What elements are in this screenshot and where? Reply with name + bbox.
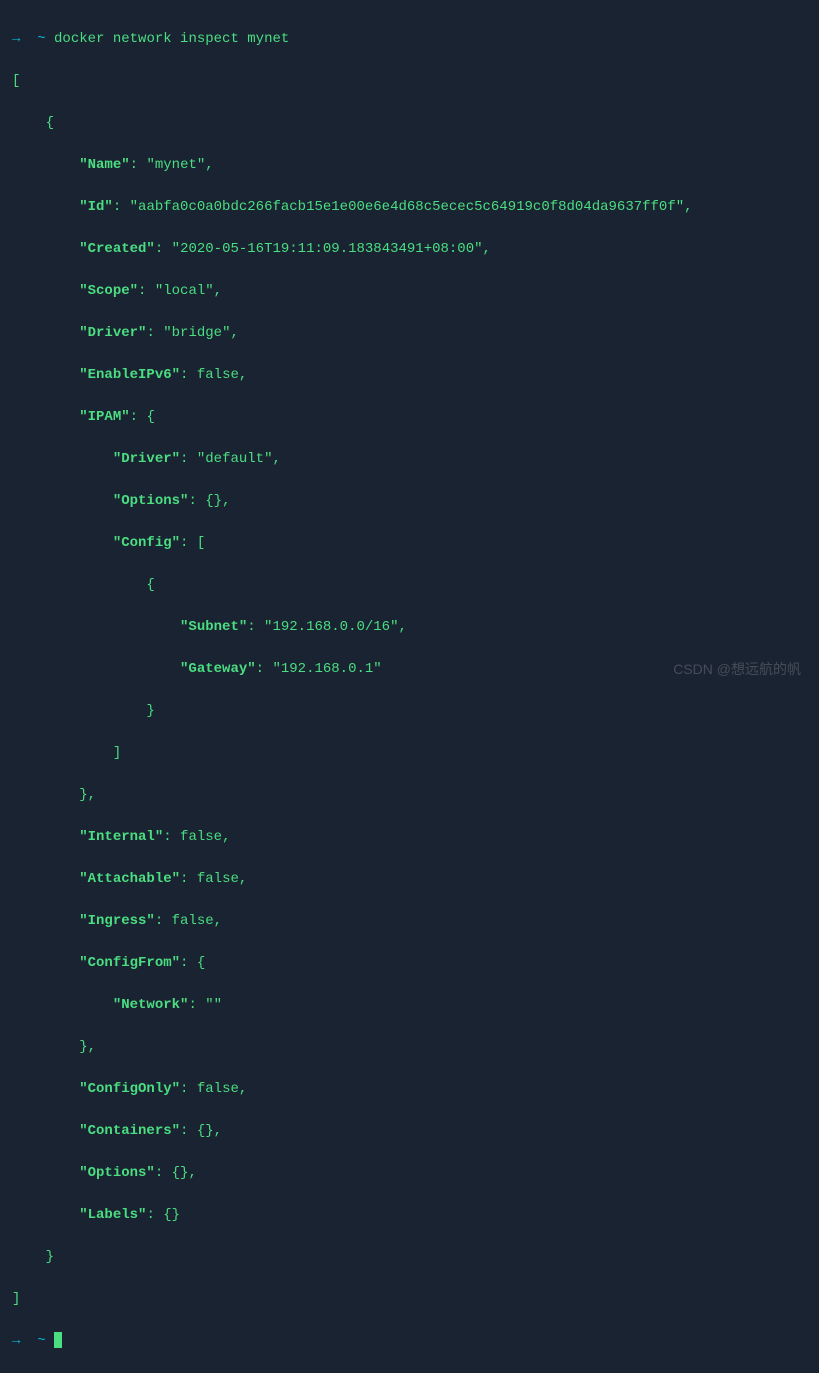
json-brace: {	[12, 575, 807, 596]
json-row-id: "Id": "aabfa0c0a0bdc266facb15e1e00e6e4d6…	[12, 197, 807, 218]
terminal-output: → ~ docker network inspect mynet [ { "Na…	[12, 8, 807, 1373]
json-bracket: ]	[12, 1289, 807, 1310]
json-row-ipam: "IPAM": {	[12, 407, 807, 428]
json-row-containers: "Containers": {},	[12, 1121, 807, 1142]
json-brace: }	[12, 701, 807, 722]
json-brace: },	[12, 1037, 807, 1058]
json-row-driver: "Driver": "bridge",	[12, 323, 807, 344]
json-row-enableipv6: "EnableIPv6": false,	[12, 365, 807, 386]
cursor-icon	[54, 1332, 62, 1348]
json-row-labels: "Labels": {}	[12, 1205, 807, 1226]
command-text: docker network inspect mynet	[54, 31, 289, 47]
prompt-arrow-icon: →	[12, 31, 20, 47]
json-row-ipam-options: "Options": {},	[12, 491, 807, 512]
prompt-line[interactable]: → ~	[12, 1331, 807, 1352]
prompt-tilde: ~	[37, 31, 45, 47]
json-brace: },	[12, 785, 807, 806]
json-row-ingress: "Ingress": false,	[12, 911, 807, 932]
json-bracket: ]	[12, 743, 807, 764]
json-row-scope: "Scope": "local",	[12, 281, 807, 302]
json-row-created: "Created": "2020-05-16T19:11:09.18384349…	[12, 239, 807, 260]
json-row-internal: "Internal": false,	[12, 827, 807, 848]
json-row-configonly: "ConfigOnly": false,	[12, 1079, 807, 1100]
prompt-tilde: ~	[37, 1333, 45, 1349]
json-row-network: "Network": ""	[12, 995, 807, 1016]
json-row-options: "Options": {},	[12, 1163, 807, 1184]
json-row-attachable: "Attachable": false,	[12, 869, 807, 890]
json-brace: {	[12, 113, 807, 134]
json-row-ipam-driver: "Driver": "default",	[12, 449, 807, 470]
json-brace: }	[12, 1247, 807, 1268]
json-row-subnet: "Subnet": "192.168.0.0/16",	[12, 617, 807, 638]
prompt-arrow-icon: →	[12, 1333, 20, 1349]
prompt-line[interactable]: → ~ docker network inspect mynet	[12, 29, 807, 50]
json-row-configfrom: "ConfigFrom": {	[12, 953, 807, 974]
json-row-name: "Name": "mynet",	[12, 155, 807, 176]
watermark-text: CSDN @想远航的帆	[673, 659, 801, 680]
json-row-ipam-config: "Config": [	[12, 533, 807, 554]
json-bracket: [	[12, 71, 807, 92]
